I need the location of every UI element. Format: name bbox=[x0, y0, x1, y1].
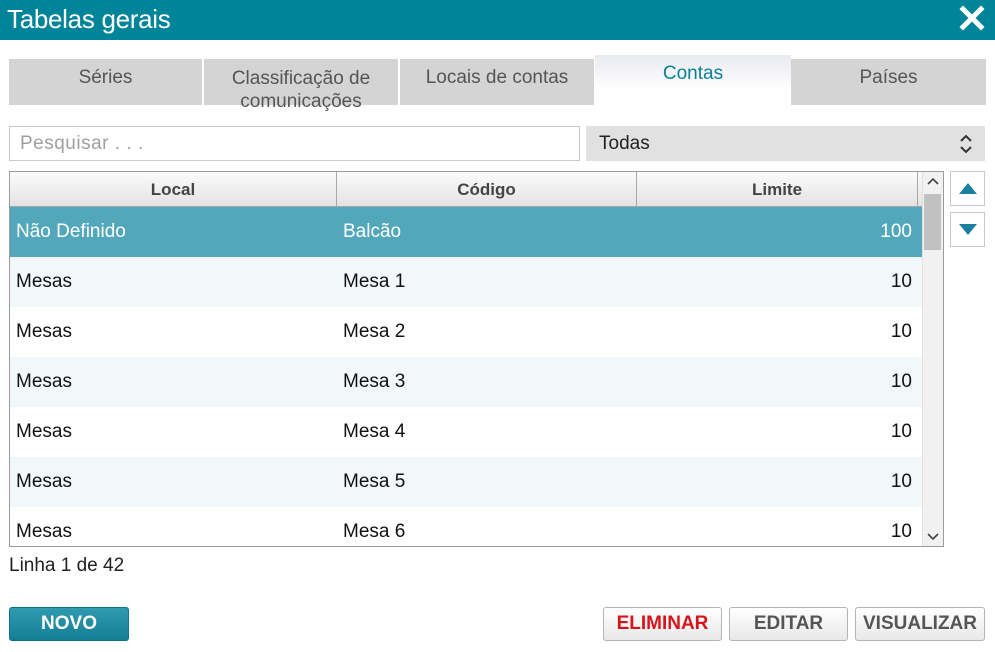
row-position-status: Linha 1 de 42 bbox=[9, 555, 125, 576]
cell-local: Não Definido bbox=[16, 221, 126, 242]
scroll-up-icon[interactable] bbox=[923, 172, 943, 192]
cell-local: Mesas bbox=[16, 321, 72, 342]
cell-limite: 10 bbox=[890, 371, 912, 392]
cell-limite: 100 bbox=[880, 221, 912, 242]
accounts-table: Local Código Limite Não Definido Balcão … bbox=[9, 171, 944, 547]
triangle-up-icon bbox=[959, 183, 977, 194]
tab-locais-de-contas[interactable]: Locais de contas bbox=[400, 59, 594, 105]
table-body: Não Definido Balcão 100 Mesas Mesa 1 10 … bbox=[10, 207, 922, 546]
cell-codigo: Mesa 5 bbox=[343, 471, 406, 492]
close-icon[interactable] bbox=[959, 5, 985, 31]
cell-codigo: Mesa 1 bbox=[343, 271, 406, 292]
scrollbar-thumb[interactable] bbox=[924, 194, 941, 250]
cell-limite: 10 bbox=[890, 271, 912, 292]
vertical-scrollbar[interactable] bbox=[922, 172, 943, 546]
filter-select-value: Todas bbox=[599, 133, 650, 154]
column-header-limite[interactable]: Limite bbox=[637, 172, 918, 207]
table-row[interactable]: Mesas Mesa 6 10 bbox=[10, 507, 922, 546]
table-row[interactable]: Mesas Mesa 2 10 bbox=[10, 307, 922, 357]
tab-label: Locais de contas bbox=[425, 67, 569, 88]
triangle-down-icon bbox=[959, 224, 977, 235]
column-header-codigo[interactable]: Código bbox=[337, 172, 637, 207]
new-button[interactable]: NOVO bbox=[9, 607, 129, 641]
next-record-button[interactable] bbox=[950, 212, 985, 247]
scroll-down-icon[interactable] bbox=[923, 526, 943, 546]
cell-local: Mesas bbox=[16, 521, 72, 542]
table-row[interactable]: Mesas Mesa 4 10 bbox=[10, 407, 922, 457]
title-bar: Tabelas gerais bbox=[0, 0, 995, 40]
tab-contas[interactable]: Contas bbox=[595, 55, 791, 105]
tab-series[interactable]: Séries bbox=[9, 59, 202, 105]
filter-select[interactable]: Todas bbox=[586, 126, 985, 161]
cell-local: Mesas bbox=[16, 471, 72, 492]
cell-local: Mesas bbox=[16, 421, 72, 442]
table-row[interactable]: Mesas Mesa 3 10 bbox=[10, 357, 922, 407]
cell-local: Mesas bbox=[16, 371, 72, 392]
cell-limite: 10 bbox=[890, 521, 912, 542]
column-header-local[interactable]: Local bbox=[10, 172, 337, 207]
table-row[interactable]: Não Definido Balcão 100 bbox=[10, 207, 922, 257]
cell-local: Mesas bbox=[16, 271, 72, 292]
cell-codigo: Mesa 2 bbox=[343, 321, 406, 342]
previous-record-button[interactable] bbox=[950, 171, 985, 206]
delete-button[interactable]: ELIMINAR bbox=[603, 607, 722, 641]
table-row[interactable]: Mesas Mesa 1 10 bbox=[10, 257, 922, 307]
cell-codigo: Mesa 6 bbox=[343, 521, 406, 542]
cell-limite: 10 bbox=[890, 471, 912, 492]
chevron-up-down-icon bbox=[959, 133, 973, 155]
tab-label: Países bbox=[859, 67, 918, 88]
table-header: Local Código Limite bbox=[10, 172, 922, 207]
tab-paises[interactable]: Países bbox=[791, 59, 986, 105]
edit-button[interactable]: EDITAR bbox=[729, 607, 848, 641]
cell-codigo: Mesa 4 bbox=[343, 421, 406, 442]
tab-label: Contas bbox=[662, 63, 724, 84]
view-button[interactable]: VISUALIZAR bbox=[855, 607, 985, 641]
table-row[interactable]: Mesas Mesa 5 10 bbox=[10, 457, 922, 507]
tab-label: Classificação de comunicações bbox=[231, 68, 371, 112]
cell-limite: 10 bbox=[890, 321, 912, 342]
tab-bar: Séries Classificação de comunicações Loc… bbox=[9, 55, 986, 112]
cell-codigo: Mesa 3 bbox=[343, 371, 406, 392]
window-title: Tabelas gerais bbox=[7, 4, 171, 34]
search-input[interactable] bbox=[9, 126, 580, 161]
cell-limite: 10 bbox=[890, 421, 912, 442]
cell-codigo: Balcão bbox=[343, 221, 402, 242]
tab-classificacao-comunicacoes[interactable]: Classificação de comunicações bbox=[204, 59, 398, 112]
tab-label: Séries bbox=[78, 67, 133, 88]
